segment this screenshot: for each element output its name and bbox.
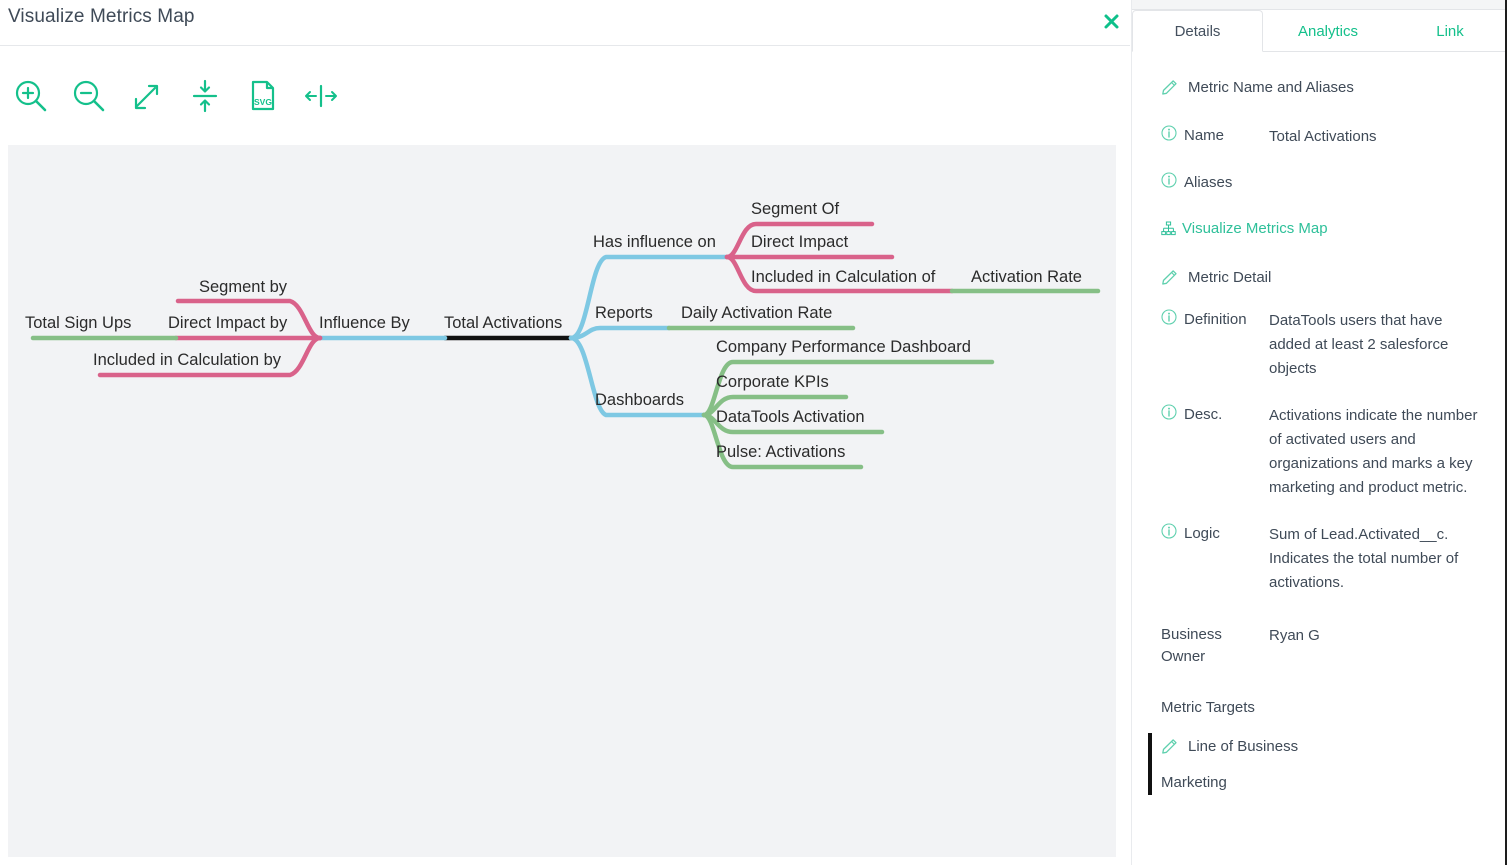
- info-icon[interactable]: [1161, 125, 1177, 141]
- field-definition-label-wrap: Definition: [1161, 309, 1269, 381]
- info-icon[interactable]: [1161, 309, 1177, 325]
- map-node-datatools-activation[interactable]: DataTools Activation: [716, 409, 865, 426]
- metrics-map-graph: [30, 221, 1101, 470]
- field-logic-label: Logic: [1184, 525, 1220, 542]
- map-node-segment-of[interactable]: Segment Of: [751, 201, 839, 218]
- zoom-out-icon[interactable]: [68, 75, 110, 117]
- tab-link[interactable]: Link: [1393, 10, 1507, 52]
- field-definition-row: Definition DataTools users that have add…: [1132, 309, 1507, 381]
- map-node-included-in-calculation-of[interactable]: Included in Calculation of: [751, 269, 935, 286]
- field-metric-targets-row: Metric Targets: [1132, 697, 1507, 719]
- line-of-business-accent-bar: [1148, 733, 1152, 795]
- sitemap-icon: [1161, 221, 1176, 235]
- export-svg-label: SVG: [254, 97, 272, 107]
- map-node-direct-impact[interactable]: Direct Impact: [751, 234, 848, 251]
- info-icon[interactable]: [1161, 523, 1177, 539]
- map-toolbar: SVG: [0, 46, 1130, 145]
- field-metric-targets-value: [1269, 697, 1507, 719]
- field-logic-value: Sum of Lead.Activated__c. Indicates the …: [1269, 526, 1459, 591]
- pencil-icon: [1162, 79, 1177, 95]
- map-node-segment-by[interactable]: Segment by: [199, 279, 287, 296]
- section-line-of-business: Line of Business Marketing: [1132, 733, 1507, 795]
- map-node-pulse-activations[interactable]: Pulse: Activations: [716, 444, 845, 461]
- line-of-business-header: Line of Business: [1161, 733, 1507, 759]
- panel-body: Metric Name and Aliases Name Total Activ…: [1132, 52, 1507, 865]
- map-node-corporate-kpis[interactable]: Corporate KPIs: [716, 374, 829, 391]
- tab-details[interactable]: Details: [1132, 10, 1263, 52]
- field-definition-value: DataTools users that have added at least…: [1269, 312, 1449, 377]
- field-business-owner-row: Business Owner Ryan G: [1132, 624, 1507, 668]
- expand-icon[interactable]: [126, 75, 168, 117]
- metrics-map-modal: Visualize Metrics Map SVG Total Sign Ups…: [0, 0, 1130, 865]
- map-node-company-performance-dashboard[interactable]: Company Performance Dashboard: [716, 339, 971, 356]
- tab-analytics[interactable]: Analytics: [1263, 10, 1393, 52]
- edge-reports: [568, 325, 672, 341]
- map-node-reports[interactable]: Reports: [595, 305, 653, 322]
- close-x-glyph: [1104, 14, 1118, 28]
- page-title: Visualize Metrics Map: [8, 6, 195, 27]
- field-definition-label: Definition: [1184, 311, 1247, 328]
- line-of-business-value: Marketing: [1161, 774, 1227, 791]
- field-metric-targets-label: Metric Targets: [1161, 699, 1255, 716]
- field-business-owner-label-wrap: Business Owner: [1161, 624, 1269, 668]
- section-metric-name-and-aliases: Metric Name and Aliases: [1132, 72, 1507, 102]
- field-name-label-wrap: Name: [1161, 125, 1269, 149]
- field-desc-value: Activations indicate the number of activ…: [1269, 407, 1478, 496]
- field-aliases-label: Aliases: [1184, 174, 1233, 191]
- field-name-label: Name: [1184, 127, 1225, 144]
- visualize-metrics-map-link[interactable]: Visualize Metrics Map: [1132, 214, 1507, 242]
- map-node-activation-rate[interactable]: Activation Rate: [971, 269, 1082, 286]
- field-aliases-label-wrap: Aliases: [1161, 172, 1269, 194]
- map-node-total-sign-ups[interactable]: Total Sign Ups: [25, 315, 131, 332]
- panel-top-strip: [1132, 0, 1507, 10]
- field-business-owner-value: Ryan G: [1269, 627, 1320, 644]
- fit-horizontal-icon[interactable]: [300, 75, 342, 117]
- field-desc-row: Desc. Activations indicate the number of…: [1132, 404, 1507, 500]
- modal-header: Visualize Metrics Map: [0, 0, 1130, 46]
- field-logic-label-wrap: Logic: [1161, 523, 1269, 595]
- pencil-icon: [1162, 738, 1177, 754]
- field-desc-label: Desc.: [1184, 406, 1223, 423]
- field-aliases-value: [1269, 172, 1507, 194]
- section-title: Metric Name and Aliases: [1188, 78, 1354, 96]
- section-title: Line of Business: [1188, 737, 1299, 755]
- info-icon[interactable]: [1161, 404, 1177, 420]
- field-logic-row: Logic Sum of Lead.Activated__c. Indicate…: [1132, 523, 1507, 595]
- panel-tabs: Details Analytics Link: [1132, 10, 1507, 52]
- visualize-metrics-map-screen: Visualize Metrics Map SVG Total Sign Ups…: [0, 0, 1507, 865]
- map-node-root-total-activations[interactable]: Total Activations: [444, 315, 562, 332]
- map-node-included-in-calculation-by[interactable]: Included in Calculation by: [93, 352, 281, 369]
- visualize-metrics-map-link-label: Visualize Metrics Map: [1182, 219, 1328, 237]
- close-icon[interactable]: [1098, 8, 1124, 34]
- metric-details-panel: Details Analytics Link Metric Name and A…: [1131, 0, 1507, 865]
- field-business-owner-label: Business Owner: [1161, 626, 1222, 665]
- zoom-in-icon[interactable]: [10, 75, 52, 117]
- section-title: Metric Detail: [1188, 268, 1272, 286]
- map-node-daily-activation-rate[interactable]: Daily Activation Rate: [681, 305, 832, 322]
- metrics-map-canvas[interactable]: Total Sign Ups Direct Impact by Segment …: [8, 145, 1116, 857]
- map-node-influence-by[interactable]: Influence By: [319, 315, 410, 332]
- fit-vertical-icon[interactable]: [184, 75, 226, 117]
- export-svg-icon[interactable]: SVG: [242, 75, 284, 117]
- map-node-direct-impact-by[interactable]: Direct Impact by: [168, 315, 287, 332]
- map-node-dashboards[interactable]: Dashboards: [595, 392, 684, 409]
- field-metric-targets-label-wrap: Metric Targets: [1161, 697, 1269, 719]
- field-name-value: Total Activations: [1269, 128, 1377, 145]
- pencil-icon: [1162, 269, 1177, 285]
- field-name-row: Name Total Activations: [1132, 125, 1507, 149]
- info-icon[interactable]: [1161, 172, 1177, 188]
- map-node-has-influence-on[interactable]: Has influence on: [593, 234, 716, 251]
- section-metric-detail: Metric Detail: [1132, 262, 1507, 292]
- field-aliases-row: Aliases: [1132, 172, 1507, 194]
- field-desc-label-wrap: Desc.: [1161, 404, 1269, 500]
